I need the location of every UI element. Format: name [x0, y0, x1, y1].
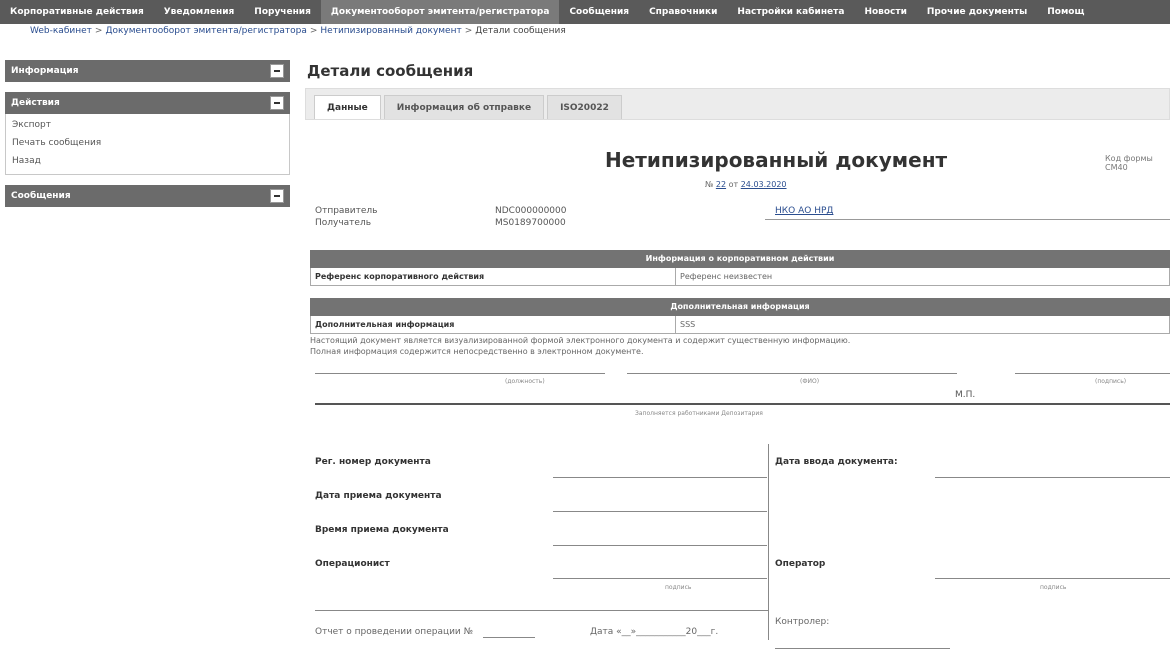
controller-line	[775, 648, 950, 649]
report-divider	[315, 610, 768, 611]
operator-line	[935, 578, 1170, 579]
sender-label: Отправитель	[315, 206, 378, 216]
panel-messages-title: Сообщения	[11, 191, 71, 201]
panel-messages-header[interactable]: Сообщения	[5, 185, 290, 207]
document-number-link[interactable]: 22	[716, 180, 726, 189]
corp-action-header: Информация о корпоративном действии	[310, 250, 1170, 268]
corp-action-key: Референс корпоративного действия	[311, 268, 676, 285]
extra-info-row: Дополнительная информация SSS	[310, 316, 1170, 334]
extra-info-key: Дополнительная информация	[311, 316, 676, 333]
operationist-sign-caption: подпись	[665, 584, 692, 591]
controller-label: Контролер:	[775, 617, 830, 627]
panel-actions-header[interactable]: Действия	[5, 92, 290, 114]
document-area: Нетипизированный документ Код формы CM40…	[305, 0, 1170, 657]
panel-actions-title: Действия	[11, 98, 60, 108]
receive-date-label: Дата приема документа	[315, 491, 442, 501]
mp-label: М.П.	[955, 390, 976, 400]
divider-line	[315, 403, 1170, 405]
notice-line-2: Полная информация содержится непосредств…	[310, 347, 644, 356]
org-link[interactable]: НКО АО НРД	[775, 206, 833, 216]
input-date-label: Дата ввода документа:	[775, 457, 898, 467]
operator-label: Оператор	[775, 559, 826, 569]
corp-action-row: Референс корпоративного действия Референ…	[310, 268, 1170, 286]
reg-number-label: Рег. номер документа	[315, 457, 431, 467]
panel-messages: Сообщения	[5, 185, 290, 207]
sign-line	[1015, 373, 1170, 374]
receive-time-label: Время приема документа	[315, 525, 449, 535]
report-number-line	[483, 637, 535, 638]
panel-actions: Действия Экспорт Печать сообщения Назад	[5, 92, 290, 175]
document-date-prefix: от	[728, 180, 739, 189]
sign-caption: (подпись)	[1095, 378, 1127, 385]
position-caption: (должность)	[505, 378, 545, 385]
receiver-label: Получатель	[315, 218, 372, 228]
receive-time-line	[553, 545, 767, 546]
operationist-label: Операционист	[315, 559, 390, 569]
collapse-icon[interactable]	[270, 189, 284, 203]
document-date-link[interactable]: 24.03.2020	[741, 180, 787, 189]
notice-line-1: Настоящий документ является визуализиров…	[310, 336, 851, 345]
nav-item-notifications[interactable]: Уведомления	[154, 0, 245, 24]
extra-info-value: SSS	[680, 320, 696, 329]
input-date-line	[935, 477, 1170, 478]
document-title: Нетипизированный документ	[605, 148, 948, 172]
operator-sign-caption: подпись	[1040, 584, 1067, 591]
panel-info: Информация	[5, 60, 290, 82]
action-print-link[interactable]: Печать сообщения	[6, 134, 289, 152]
org-underline	[765, 219, 1170, 220]
depository-note: Заполняется работниками Депозитария	[635, 410, 763, 417]
panel-info-title: Информация	[11, 66, 79, 76]
position-line	[315, 373, 605, 374]
report-label: Отчет о проведении операции №	[315, 627, 474, 637]
extra-info-header: Дополнительная информация	[310, 298, 1170, 316]
nav-item-corporate-actions[interactable]: Корпоративные действия	[0, 0, 154, 24]
document-number-prefix: №	[705, 180, 714, 189]
breadcrumb-docflow[interactable]: Документооборот эмитента/регистратора	[105, 26, 306, 36]
report-date: Дата «__»___________20___г.	[590, 627, 719, 637]
breadcrumb-web-cabinet[interactable]: Web-кабинет	[30, 26, 92, 36]
document-number: № 22 от 24.03.2020	[705, 180, 787, 189]
registration-divider	[768, 444, 769, 640]
name-line	[627, 373, 957, 374]
operationist-line	[553, 578, 767, 579]
panel-info-header[interactable]: Информация	[5, 60, 290, 82]
receive-date-line	[553, 511, 767, 512]
sender-code: NDC000000000	[495, 206, 567, 216]
form-code: Код формы CM40	[1105, 154, 1153, 172]
corp-action-value: Референс неизвестен	[680, 272, 773, 281]
action-back-link[interactable]: Назад	[6, 152, 289, 170]
collapse-icon[interactable]	[270, 96, 284, 110]
action-export-link[interactable]: Экспорт	[6, 116, 289, 134]
receiver-code: MS0189700000	[495, 218, 566, 228]
reg-number-line	[553, 477, 767, 478]
breadcrumb-separator: >	[94, 26, 103, 36]
name-caption: (ФИО)	[800, 378, 820, 385]
panel-actions-body: Экспорт Печать сообщения Назад	[5, 114, 290, 175]
collapse-icon[interactable]	[270, 64, 284, 78]
sidebar: Информация Действия Экспорт Печать сообщ…	[5, 60, 290, 217]
